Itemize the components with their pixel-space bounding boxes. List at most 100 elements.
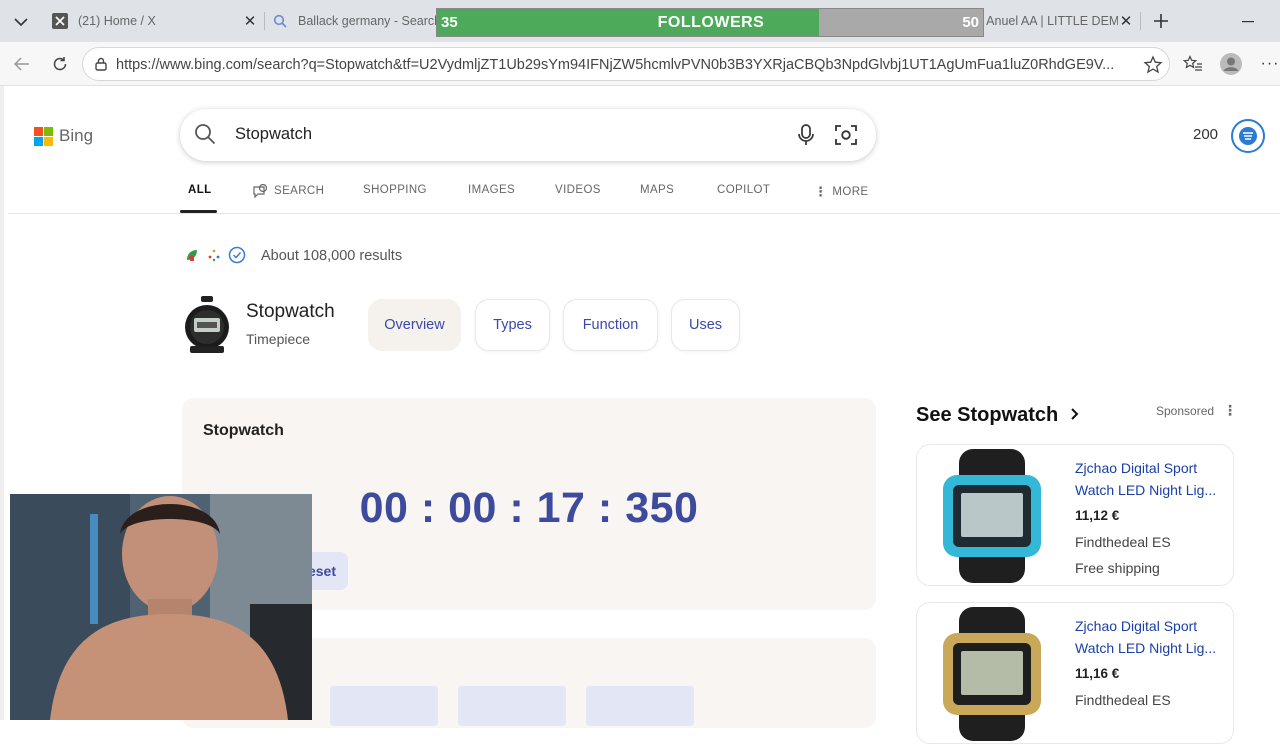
entity-title[interactable]: Stopwatch [246,301,335,323]
arrow-left-icon [14,57,29,71]
shopping-rail-title[interactable]: See Stopwatch [916,404,1080,427]
product-title-line: Zjchao Digital Sport [1075,460,1198,476]
related-thumbnail[interactable] [458,686,566,726]
lock-icon [95,57,107,76]
pill-label: Function [582,317,639,333]
scope-label: IMAGES [468,184,516,196]
tab-x-home[interactable]: (21) Home / X ✕ [52,6,258,36]
x-logo-icon [52,13,68,29]
bing-logo[interactable]: Bing [34,126,93,146]
search-box[interactable]: Stopwatch [180,109,876,161]
address-toolbar: https://www.bing.com/search?q=Stopwatch&… [0,42,1280,86]
sparkle-icon [208,249,220,262]
profile-button[interactable] [1219,52,1243,76]
product-card[interactable]: Zjchao Digital Sport Watch LED Night Lig… [916,444,1234,586]
chevron-right-icon [1071,408,1079,420]
result-count-icons [184,246,246,264]
leaf-icon [187,250,197,261]
logo-text: Bing [59,126,94,145]
tab-bing-ballack[interactable]: Ballack germany - Search [272,6,436,36]
scope-images[interactable]: IMAGES [468,184,515,196]
entity-subtitle: Timepiece [246,331,311,347]
tab-separator [1140,12,1141,30]
shopping-title-text: See Stopwatch [916,404,1059,426]
scope-maps[interactable]: MAPS [640,184,674,196]
product-title-line: Watch LED Night Lig... [1075,640,1217,656]
pill-uses[interactable]: Uses [671,299,740,351]
back-button[interactable] [10,52,34,76]
product-seller: Findthedeal ES [1075,692,1171,708]
stopwatch-card-title: Stopwatch [203,422,284,439]
header-divider [8,213,1280,214]
vertical-dots-icon[interactable]: ⋮ [1223,402,1237,419]
scope-label: COPILOT [717,184,771,196]
tab-title: Ballack germany - Search [298,14,436,28]
sponsored-label: Sponsored [1156,404,1215,418]
followers-label: FOLLOWERS [657,14,765,31]
product-title-line: Watch LED Night Lig... [1075,482,1217,498]
tab-title: Anuel AA | LITTLE DEMON [986,14,1118,28]
close-tab-icon[interactable]: ✕ [1118,12,1134,30]
address-field[interactable]: https://www.bing.com/search?q=Stopwatch&… [82,47,1170,81]
pill-overview[interactable]: Overview [368,299,461,351]
search-icon [272,13,288,29]
check-circle-icon [228,246,246,264]
microphone-icon[interactable] [796,123,816,152]
product-title-line: Zjchao Digital Sport [1075,618,1198,634]
minimize-icon [1242,21,1254,23]
plus-icon [1154,14,1168,28]
followers-goal-overlay: FOLLOWERS 35 50 [436,8,984,37]
settings-menu-button[interactable]: ··· [1258,52,1280,76]
followers-goal: 50 [962,14,979,31]
webcam-overlay [10,494,312,720]
product-image [943,607,1041,741]
product-price: 11,12 € [1075,508,1120,523]
tab-list-dropdown-button[interactable] [10,12,32,32]
scope-shopping[interactable]: SHOPPING [363,184,427,196]
tab-separator [264,12,265,30]
rewards-medal-icon[interactable] [1231,119,1265,153]
copilot-chat-icon [253,184,268,198]
scope-search[interactable]: SEARCH [252,184,324,198]
scope-more[interactable]: ⋮ MORE [814,184,869,200]
scope-label: ALL [188,184,212,196]
scope-copilot[interactable]: COPILOT [717,184,770,196]
related-thumbnail[interactable] [586,686,694,726]
avatar-icon [1220,53,1242,75]
scope-videos[interactable]: VIDEOS [555,184,601,196]
new-tab-button[interactable] [1150,10,1172,32]
search-input[interactable]: Stopwatch [235,125,312,144]
webcam-feed-image [10,494,312,720]
visual-search-icon[interactable] [834,123,858,152]
favorites-button[interactable] [1181,52,1205,76]
product-title: Zjchao Digital Sport Watch LED Night Lig… [1075,615,1227,659]
pill-types[interactable]: Types [475,299,550,351]
pill-label: Overview [384,317,445,333]
more-dots-icon: ··· [1260,55,1280,72]
close-tab-icon[interactable]: ✕ [242,12,258,30]
minimize-window-button[interactable] [1238,12,1258,32]
bing-results-page: Bing Stopwatch 200 ALL SEARCH SHOPPING I… [0,86,1280,744]
refresh-icon [53,57,67,71]
scope-label: MAPS [640,184,675,196]
refresh-button[interactable] [48,52,72,76]
followers-current: 35 [441,14,458,31]
search-icon [194,123,216,150]
chevron-down-icon [14,17,28,26]
related-thumbnail[interactable] [330,686,438,726]
pill-label: Uses [688,317,723,333]
url-text: https://www.bing.com/search?q=Stopwatch&… [116,57,1115,73]
rewards-points[interactable]: 200 [1193,126,1218,143]
pill-function[interactable]: Function [563,299,658,351]
scope-all[interactable]: ALL [188,184,212,196]
favorite-star-icon[interactable] [1143,55,1163,80]
stopwatch-image[interactable] [184,296,230,354]
scope-label: SHOPPING [363,184,427,196]
scope-label: SEARCH [274,185,325,197]
tab-bar: (21) Home / X ✕ Ballack germany - Search… [0,0,1280,42]
scope-label: MORE [832,186,869,198]
microsoft-logo-icon [34,126,53,146]
product-card[interactable]: Zjchao Digital Sport Watch LED Night Lig… [916,602,1234,744]
product-title: Zjchao Digital Sport Watch LED Night Lig… [1075,457,1227,501]
pill-label: Types [493,317,532,333]
